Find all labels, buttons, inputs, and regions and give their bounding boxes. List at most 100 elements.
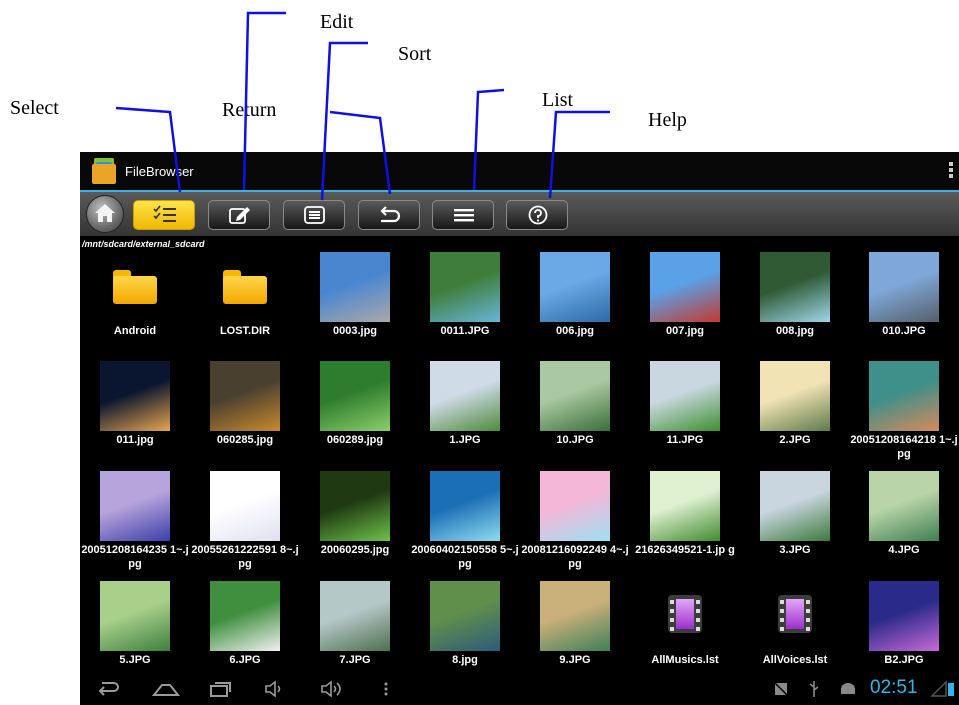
file-item[interactable]: 060285.jpg [190, 361, 300, 461]
file-name-label: 5.JPG [119, 654, 151, 666]
sort-button[interactable] [283, 200, 345, 230]
image-thumbnail [760, 361, 830, 431]
file-item[interactable]: 20081216092249 4~.jpg [520, 471, 630, 571]
annotation-list: List [542, 89, 574, 111]
app-title: FileBrowser [125, 164, 194, 179]
image-thumbnail [100, 361, 170, 431]
file-item[interactable]: 1.JPG [410, 361, 520, 461]
image-thumbnail [760, 471, 830, 541]
file-item[interactable]: 011.jpg [80, 361, 190, 461]
sort-list-icon [304, 206, 325, 224]
list-button[interactable] [432, 200, 494, 230]
file-item[interactable]: 9.JPG [520, 581, 630, 681]
image-thumbnail [869, 361, 939, 431]
recent-apps-icon[interactable] [206, 677, 234, 701]
file-name-label: 11.JPG [666, 434, 704, 446]
file-item[interactable]: 0003.jpg [300, 252, 410, 352]
volume-down-icon[interactable] [262, 677, 286, 701]
home-nav-icon[interactable] [150, 677, 182, 701]
home-button[interactable] [86, 195, 124, 233]
status-clock: 02:51 [870, 677, 918, 698]
file-item[interactable]: 3.JPG [740, 471, 850, 571]
file-item[interactable]: 20051208164235 1~.jpg [80, 471, 190, 571]
usb-icon [809, 681, 819, 697]
file-item[interactable]: 4.JPG [849, 471, 959, 571]
android-debug-icon [841, 683, 855, 694]
folder-item[interactable]: LOST.DIR [190, 252, 300, 352]
file-item[interactable]: 10.JPG [520, 361, 630, 461]
file-item[interactable]: 007.jpg [630, 252, 740, 352]
file-name-label: 060289.jpg [326, 434, 384, 446]
toolbar [80, 192, 959, 236]
file-item[interactable]: 5.JPG [80, 581, 190, 681]
edit-button[interactable] [208, 200, 270, 230]
annotation-return: Return [222, 99, 277, 121]
file-name-label: 9.JPG [559, 654, 591, 666]
file-item[interactable]: 006.jpg [520, 252, 630, 352]
file-name-label: 006.jpg [556, 325, 594, 337]
image-thumbnail [430, 581, 500, 651]
file-item[interactable]: 8.jpg [410, 581, 520, 681]
annotation-select: Select [10, 97, 59, 119]
image-thumbnail [650, 471, 720, 541]
file-item[interactable]: 20060295.jpg [300, 471, 410, 571]
file-item[interactable]: AllMusics.lst [630, 581, 740, 681]
file-name-label: Android [113, 325, 157, 337]
file-name-label: LOST.DIR [219, 325, 271, 337]
overflow-menu-icon[interactable] [949, 162, 953, 178]
folder-item[interactable]: Android [80, 252, 190, 352]
file-item[interactable]: 060289.jpg [300, 361, 410, 461]
file-item[interactable]: 2.JPG [740, 361, 850, 461]
image-thumbnail [650, 252, 720, 322]
file-name-label: 10.JPG [556, 434, 594, 446]
file-name-label: 21626349521-1.jp g [635, 544, 735, 556]
image-thumbnail [760, 252, 830, 322]
image-thumbnail [210, 471, 280, 541]
file-name-label: 1.JPG [449, 434, 481, 446]
file-item[interactable]: 7.JPG [300, 581, 410, 681]
volume-up-icon[interactable] [318, 677, 346, 701]
file-item[interactable]: 010.JPG [849, 252, 959, 352]
return-arrow-icon [380, 206, 401, 223]
title-bar: FileBrowser [80, 152, 959, 192]
image-thumbnail [540, 581, 610, 651]
file-item[interactable]: 6.JPG [190, 581, 300, 681]
file-item[interactable]: AllVoices.lst [740, 581, 850, 681]
file-name-label: 0011.JPG [440, 325, 490, 337]
file-item[interactable]: 20051208164218 1~.jpg [849, 361, 959, 461]
file-name-label: 6.JPG [229, 654, 261, 666]
file-item[interactable]: 0011.JPG [410, 252, 520, 352]
file-item[interactable]: 008.jpg [740, 252, 850, 352]
image-thumbnail [210, 361, 280, 431]
file-item[interactable]: 11.JPG [630, 361, 740, 461]
file-name-label: 008.jpg [776, 325, 814, 337]
annotation-edit: Edit [320, 11, 354, 33]
file-name-label: 20051208164218 1~.jpg [850, 434, 958, 460]
help-button[interactable] [506, 200, 568, 230]
file-name-label: 010.JPG [882, 325, 926, 337]
image-thumbnail [869, 252, 939, 322]
select-button[interactable] [133, 200, 195, 230]
image-thumbnail [430, 361, 500, 431]
signal-battery-icon [930, 680, 954, 697]
help-question-icon [528, 205, 548, 225]
filebrowser-app-icon [92, 158, 116, 184]
file-item[interactable]: 20060402150558 5~.jpg [410, 471, 520, 571]
file-item[interactable]: 20055261222591 8~.jpg [190, 471, 300, 571]
menu-dots-icon[interactable] [380, 677, 392, 701]
file-name-label: 20060402150558 5~.jpg [411, 544, 519, 570]
file-name-label: 0003.jpg [332, 325, 378, 337]
back-icon[interactable] [94, 677, 122, 701]
image-thumbnail [320, 581, 390, 651]
select-checklist-icon [153, 205, 176, 222]
file-name-label: AllVoices.lst [762, 654, 828, 666]
image-thumbnail [430, 471, 500, 541]
return-button[interactable] [358, 200, 420, 230]
file-item[interactable]: B2.JPG [849, 581, 959, 681]
media-list-file-icon [668, 595, 702, 633]
file-item[interactable]: 21626349521-1.jp g [630, 471, 740, 571]
file-name-label: 20060295.jpg [320, 544, 390, 556]
list-menu-icon [454, 209, 474, 222]
folder-icon [113, 270, 157, 304]
image-thumbnail [540, 252, 610, 322]
